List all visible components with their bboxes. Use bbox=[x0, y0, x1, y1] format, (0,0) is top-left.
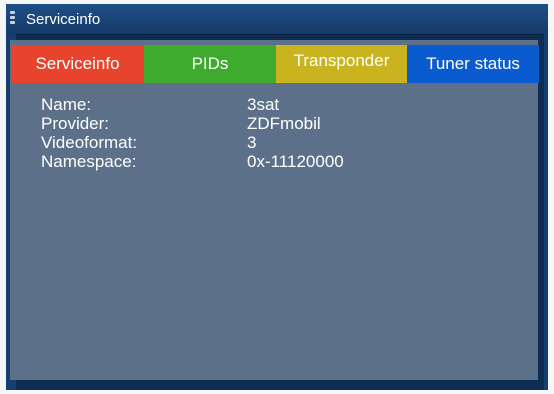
info-row-videoformat: Videoformat: 3 bbox=[41, 133, 441, 152]
info-label: Provider: bbox=[41, 114, 110, 133]
tab-pids[interactable]: PIDs bbox=[144, 45, 276, 83]
title-bar[interactable]: Serviceinfo bbox=[6, 4, 548, 35]
info-value: 3sat bbox=[247, 95, 280, 114]
drag-grip-icon[interactable] bbox=[10, 11, 16, 29]
tab-transponder[interactable]: Transponder bbox=[276, 45, 407, 83]
service-info-list: Name: 3sat Provider: ZDFmobil Videoforma… bbox=[41, 95, 441, 171]
content-panel bbox=[10, 40, 538, 380]
info-row-name: Name: 3sat bbox=[41, 95, 441, 114]
info-value: ZDFmobil bbox=[247, 114, 321, 133]
info-row-namespace: Namespace: 0x-11120000 bbox=[41, 152, 441, 171]
tab-tuner-status[interactable]: Tuner status bbox=[407, 45, 539, 83]
info-value: 0x-11120000 bbox=[247, 152, 344, 171]
info-label: Videoformat: bbox=[41, 133, 138, 152]
right-border bbox=[544, 34, 548, 390]
info-label: Namespace: bbox=[41, 152, 137, 171]
window-title: Serviceinfo bbox=[26, 11, 101, 28]
info-label: Name: bbox=[41, 95, 92, 114]
info-value: 3 bbox=[247, 133, 257, 152]
tab-serviceinfo[interactable]: Serviceinfo bbox=[11, 45, 144, 83]
tab-bar: Serviceinfo PIDs Transponder Tuner statu… bbox=[11, 45, 539, 83]
info-row-provider: Provider: ZDFmobil bbox=[41, 114, 441, 133]
